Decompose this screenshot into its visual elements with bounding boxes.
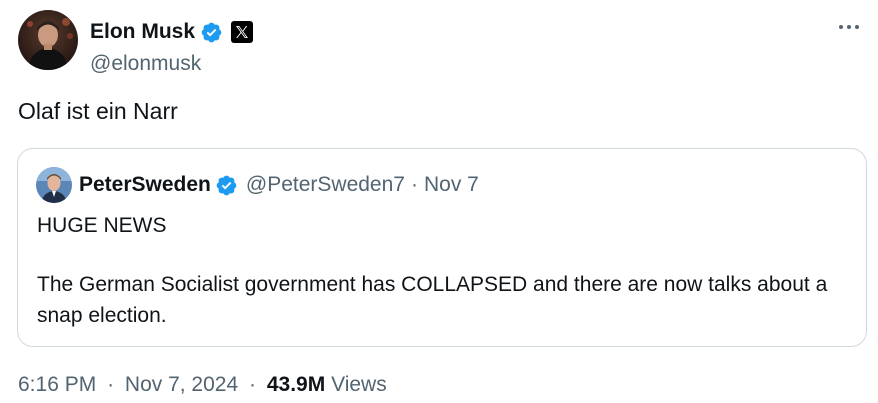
quoted-separator: ·: [410, 173, 418, 196]
quoted-display-name[interactable]: PeterSweden: [79, 173, 211, 197]
quoted-paragraph: HUGE NEWS: [37, 214, 167, 237]
quoted-tweet-card[interactable]: PeterSweden @PeterSweden7 · Nov 7 HUGE N…: [17, 148, 867, 347]
views-label: Views: [331, 373, 387, 396]
meta-separator: ·: [249, 373, 256, 396]
author-handle[interactable]: @elonmusk: [90, 51, 201, 77]
tweet-meta: 6:16 PM · Nov 7, 2024 · 43.9M Views: [18, 371, 387, 399]
verified-badge-icon[interactable]: [215, 174, 238, 197]
tweet-time[interactable]: 6:16 PM: [18, 373, 96, 396]
tweet-date[interactable]: Nov 7, 2024: [125, 373, 238, 396]
quoted-author-avatar[interactable]: [36, 167, 72, 203]
meta-separator: ·: [107, 373, 115, 396]
tweet-header: Elon Musk @elonmusk: [18, 10, 868, 75]
author-name-row: Elon Musk: [90, 18, 254, 46]
quoted-paragraph: The German Socialist government has COLL…: [37, 273, 828, 327]
quoted-body: HUGE NEWS The German Socialist governmen…: [37, 210, 847, 331]
verified-badge-icon[interactable]: [200, 21, 223, 44]
more-options-icon[interactable]: [834, 12, 864, 42]
author-avatar[interactable]: [18, 10, 78, 70]
quoted-header: PeterSweden @PeterSweden7 · Nov 7: [79, 171, 479, 199]
tweet-text: Olaf ist ein Narr: [18, 98, 178, 124]
author-display-name[interactable]: Elon Musk: [90, 18, 195, 46]
quoted-handle[interactable]: @PeterSweden7: [246, 173, 405, 197]
quoted-date[interactable]: Nov 7: [424, 173, 479, 197]
x-logo-icon[interactable]: [231, 21, 254, 43]
views-count[interactable]: 43.9M: [267, 373, 325, 396]
